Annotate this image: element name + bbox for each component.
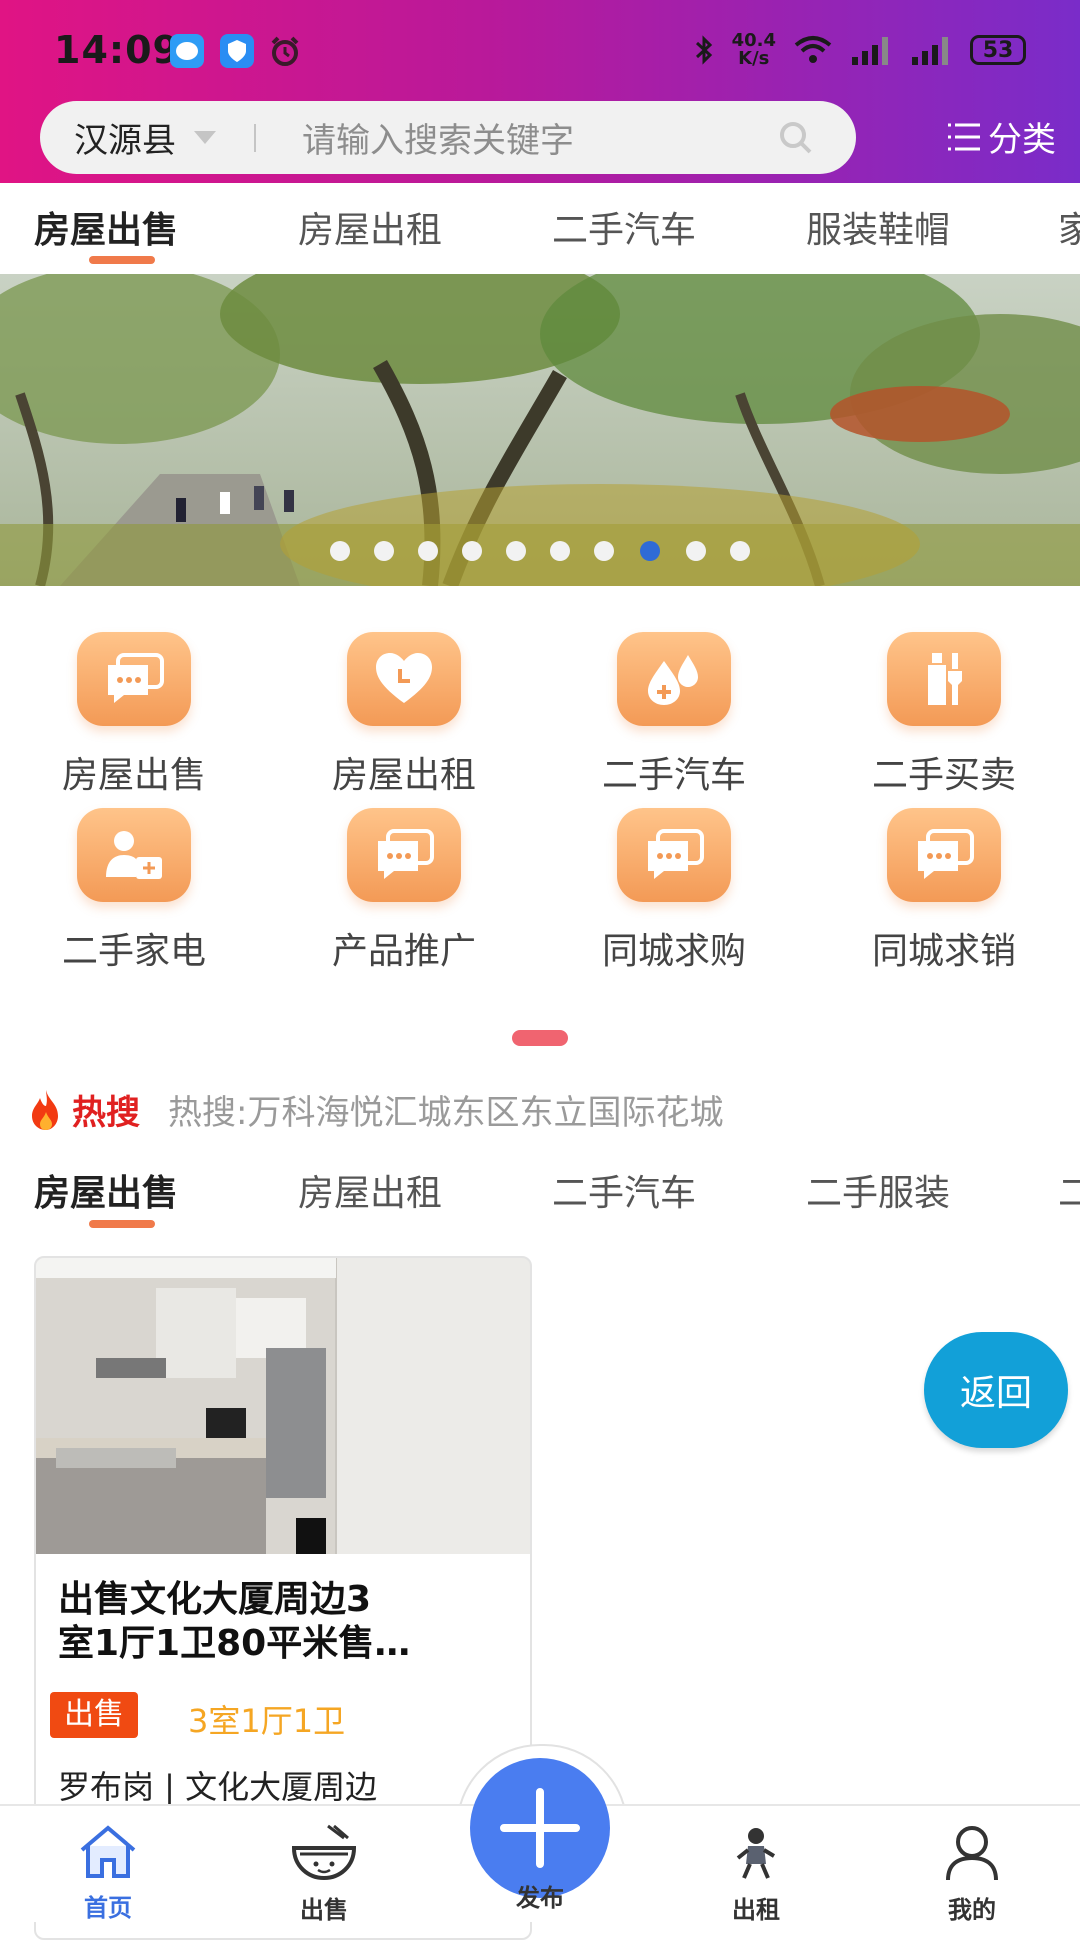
grid-label: 二手买卖 [871, 755, 1016, 796]
grid-label: 二手家电 [61, 931, 206, 972]
pagination-dot[interactable] [462, 541, 482, 561]
pagination-dot[interactable] [330, 541, 350, 561]
pagination-dot[interactable] [374, 541, 394, 561]
grid-label: 同城求购 [601, 931, 746, 972]
grid-label: 同城求销 [871, 931, 1016, 972]
list-category-tabs: 房屋出售 房屋出租 二手汽车 二手服装 二 [0, 1148, 1080, 1232]
pagination-dot[interactable] [506, 541, 526, 561]
battery-indicator: 53 [970, 35, 1026, 65]
grid-house-rent[interactable]: 房屋出租 [294, 632, 514, 798]
message-app-icon [170, 34, 204, 68]
grid-promotion[interactable]: 产品推广 [294, 808, 514, 974]
bottles-icon [887, 632, 1001, 726]
grid-label: 房屋出售 [61, 755, 206, 796]
grid-page-indicator [512, 1030, 568, 1046]
pagination-dot-active[interactable] [640, 541, 660, 561]
pagination-dot[interactable] [594, 541, 614, 561]
doctor-kit-icon [77, 808, 191, 902]
tab-used-car[interactable]: 二手汽车 [552, 1164, 696, 1216]
hot-label: 热搜 [72, 1093, 140, 1133]
network-speed: 40.4 K/s [731, 30, 776, 69]
pagination-dot[interactable] [730, 541, 750, 561]
nav-mine[interactable]: 我的 [912, 1824, 1032, 1925]
search-input[interactable]: 请输入搜索关键字 [302, 113, 776, 162]
menu-icon [948, 123, 980, 150]
tab-indicator [89, 256, 155, 264]
tab-clothing[interactable]: 服装鞋帽 [806, 201, 950, 253]
tab-more[interactable]: 二 [1058, 1164, 1080, 1216]
hot-search-text[interactable]: 热搜:万科海悦汇城东区东立国际花城 [168, 1085, 723, 1134]
tab-more[interactable]: 家 [1058, 201, 1080, 253]
listing-rooms: 3室1厅1卫 [188, 1702, 346, 1740]
category-label: 分类 [988, 120, 1056, 160]
pagination-dot[interactable] [550, 541, 570, 561]
nav-label: 首页 [84, 1894, 132, 1922]
grid-label: 产品推广 [331, 931, 476, 972]
status-right: 40.4 K/s 53 [692, 32, 1026, 68]
grid-used-car[interactable]: 二手汽车 [564, 632, 784, 798]
tab-used-car[interactable]: 二手汽车 [552, 201, 696, 253]
bowl-icon [291, 1824, 357, 1881]
hot-search-bar[interactable]: 热搜 热搜:万科海悦汇城东区东立国际花城 [26, 1085, 723, 1134]
tab-indicator [89, 1220, 155, 1228]
nav-home[interactable]: 首页 [48, 1824, 168, 1923]
chat-bubbles-icon [887, 808, 1001, 902]
tab-house-rent[interactable]: 房屋出租 [298, 201, 442, 253]
plus-icon [500, 1788, 580, 1868]
chat-bubbles-icon [77, 632, 191, 726]
heart-icon [347, 632, 461, 726]
chat-bubbles-icon [347, 808, 461, 902]
grid-wanted-buy[interactable]: 同城求购 [564, 808, 784, 974]
tab-house-sale[interactable]: 房屋出售 [34, 1164, 178, 1216]
listing-location: 罗布岗 | 文化大厦周边 [58, 1768, 378, 1806]
bluetooth-icon [695, 35, 712, 65]
grid-label: 房屋出租 [331, 755, 476, 796]
publish-label: 发布 [516, 1884, 564, 1912]
grid-appliance[interactable]: 二手家电 [24, 808, 244, 974]
pagination-dot[interactable] [418, 541, 438, 561]
runner-icon [736, 1828, 776, 1879]
search-bar[interactable]: 汉源县 请输入搜索关键字 [40, 101, 856, 174]
home-icon [80, 1825, 136, 1878]
grid-wanted-sell[interactable]: 同城求销 [834, 808, 1054, 974]
category-button[interactable]: 分类 [944, 112, 1056, 161]
drops-icon [617, 632, 731, 726]
nav-sell[interactable]: 出售 [264, 1824, 384, 1925]
wifi-icon [794, 36, 832, 63]
listing-title: 出售文化大厦周边3 室1厅1卫80平米售… [58, 1579, 411, 1664]
shield-app-icon [220, 34, 254, 68]
city-selector[interactable]: 汉源县 [74, 113, 176, 162]
pagination-dot[interactable] [686, 541, 706, 561]
search-icon[interactable] [776, 118, 816, 158]
signal-icon-2 [912, 37, 948, 65]
tab-house-rent[interactable]: 房屋出租 [298, 1164, 442, 1216]
nav-rent[interactable]: 出租 [696, 1824, 816, 1925]
tab-house-sale[interactable]: 房屋出售 [34, 201, 178, 253]
header-bar: 14:09 40.4 K/s 53 汉源县 请输入搜索关键字 分类 [0, 0, 1080, 183]
divider [254, 123, 256, 152]
signal-icon [852, 37, 888, 65]
tab-used-clothing[interactable]: 二手服装 [806, 1164, 950, 1216]
chevron-down-icon[interactable] [194, 131, 216, 144]
grid-second-hand[interactable]: 二手买卖 [834, 632, 1054, 798]
back-button[interactable]: 返回 [924, 1332, 1068, 1448]
grid-house-sale[interactable]: 房屋出售 [24, 632, 244, 798]
status-badge: 出售 [50, 1692, 138, 1738]
status-time: 14:09 [54, 28, 180, 72]
status-bar: 14:09 40.4 K/s 53 [0, 0, 1080, 100]
top-category-tabs: 房屋出售 房屋出租 二手汽车 服装鞋帽 家 [0, 183, 1080, 273]
banner-pagination [0, 541, 1080, 565]
fire-icon [32, 1089, 58, 1130]
publish-button[interactable] [470, 1758, 610, 1898]
chat-bubbles-icon [617, 808, 731, 902]
listing-image [36, 1258, 530, 1554]
grid-label: 二手汽车 [601, 755, 746, 796]
alarm-icon [268, 34, 302, 68]
user-icon [946, 1826, 998, 1881]
banner-image[interactable] [0, 274, 1080, 586]
